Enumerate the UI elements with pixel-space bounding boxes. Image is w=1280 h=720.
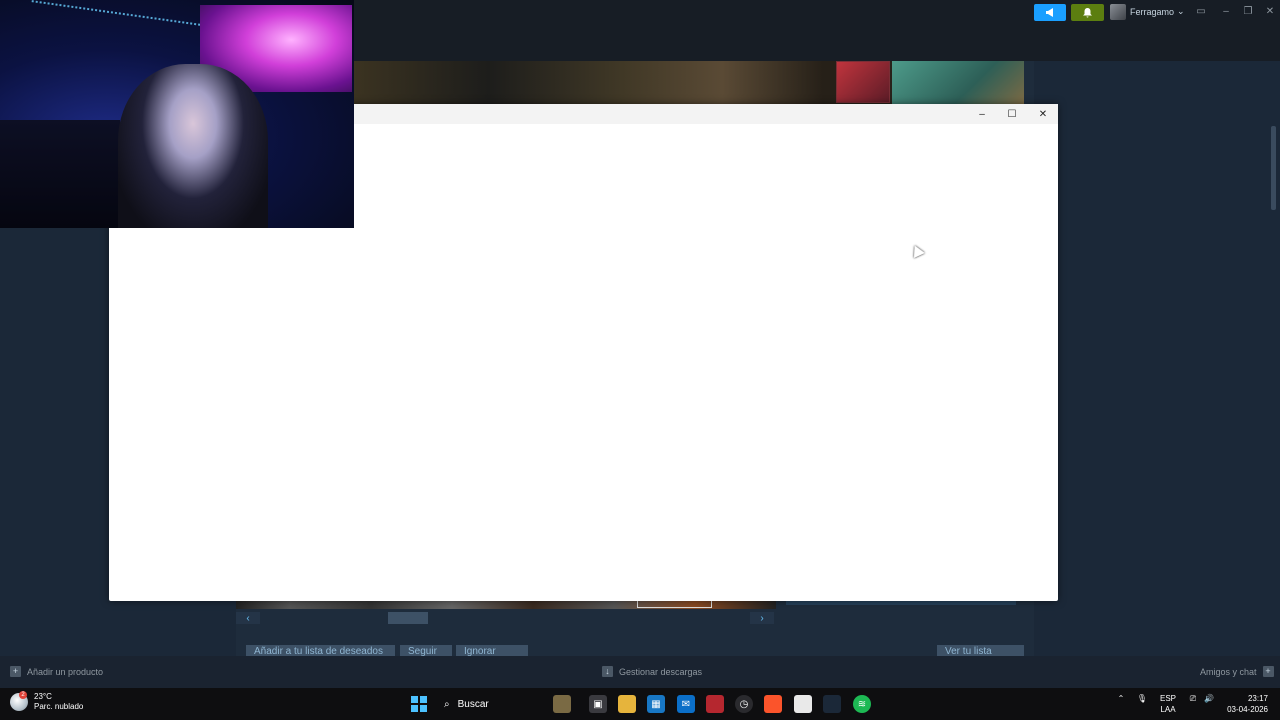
notepad-icon[interactable] — [794, 695, 812, 713]
username: Ferragamo — [1130, 6, 1175, 17]
restore-icon[interactable]: ❐ — [1241, 4, 1255, 18]
big-picture-icon[interactable]: ▭ — [1194, 4, 1208, 18]
announcements-button[interactable] — [1034, 4, 1066, 21]
search-label: Buscar — [457, 698, 489, 710]
friends-chat-label: Amigos y chat — [1200, 666, 1257, 677]
weather-widget[interactable]: 2 23°C Parc. nublado — [10, 691, 84, 712]
lang-layout: LAA — [1160, 705, 1176, 714]
tray-expand-icon[interactable]: ⌃ — [1115, 694, 1127, 703]
volume-icon[interactable]: 🔊 — [1203, 694, 1215, 703]
friends-chat-button[interactable]: Amigos y chat + — [1200, 666, 1274, 677]
microphone-icon[interactable]: 🎙 — [1136, 694, 1148, 703]
taskbar-search[interactable]: ⌕ Buscar — [436, 693, 536, 715]
bell-icon — [1083, 7, 1092, 17]
notifications-button[interactable] — [1071, 4, 1104, 21]
plus-icon: + — [10, 666, 21, 677]
strip-next-button[interactable]: › — [750, 612, 774, 624]
download-icon: ↓ — [602, 666, 613, 677]
steam-icon[interactable] — [823, 695, 841, 713]
add-product-label: Añadir un producto — [27, 666, 104, 677]
clock-time: 23:17 — [1247, 694, 1268, 703]
weather-desc: Parc. nublado — [34, 702, 84, 711]
megaphone-icon — [1046, 8, 1053, 17]
account-menu[interactable]: Ferragamo ⌄ — [1130, 6, 1185, 17]
page-scrollbar[interactable] — [1271, 126, 1276, 210]
app-preview-icon[interactable] — [553, 695, 571, 713]
system-clock[interactable]: 23:17 03-04-2026 — [1222, 693, 1268, 715]
close-icon[interactable]: ✕ — [1263, 4, 1277, 18]
windows-start-icon[interactable] — [411, 696, 427, 712]
windows-taskbar — [0, 688, 1280, 720]
clock-date: 03-04-2026 — [1227, 705, 1268, 714]
strip-scrollbar[interactable] — [388, 612, 428, 624]
network-icon[interactable]: ⎚ — [1187, 694, 1199, 704]
brave-browser-icon[interactable] — [764, 695, 782, 713]
chevron-down-icon: ⌄ — [1177, 6, 1185, 16]
mail-icon[interactable]: ✉ — [677, 695, 695, 713]
minimize-icon[interactable]: – — [970, 106, 994, 122]
selected-screenshot[interactable] — [637, 600, 712, 608]
weather-badge: 2 — [19, 691, 27, 699]
cloud-icon: 2 — [10, 691, 28, 711]
add-product-button[interactable]: + Añadir un producto — [10, 666, 103, 677]
avatar[interactable] — [1110, 4, 1126, 20]
manage-downloads-button[interactable]: ↓ Gestionar descargas — [602, 666, 702, 677]
weather-temp: 23°C — [34, 692, 52, 701]
manage-downloads-label: Gestionar descargas — [619, 666, 703, 677]
strip-prev-button[interactable]: ‹ — [236, 612, 260, 624]
file-explorer-icon[interactable] — [618, 695, 636, 713]
store-icon[interactable]: ▦ — [647, 695, 665, 713]
spotify-icon[interactable]: ≋ — [853, 695, 871, 713]
recorder-icon[interactable] — [706, 695, 724, 713]
clock-app-icon[interactable]: ◷ — [735, 695, 753, 713]
featured-thumbnail[interactable] — [836, 61, 890, 103]
lang-code: ESP — [1159, 694, 1176, 703]
search-icon: ⌕ — [444, 698, 450, 710]
webcam-overlay — [0, 0, 354, 228]
featured-thumbnail[interactable] — [892, 61, 1024, 104]
maximize-icon[interactable]: ☐ — [1000, 106, 1024, 122]
chat-icon: + — [1262, 666, 1274, 677]
minimize-icon[interactable]: – — [1219, 4, 1233, 18]
task-view-icon[interactable]: ▣ — [589, 695, 607, 713]
language-indicator[interactable]: ESP LAA — [1158, 693, 1178, 715]
close-icon[interactable]: ✕ — [1031, 106, 1055, 122]
